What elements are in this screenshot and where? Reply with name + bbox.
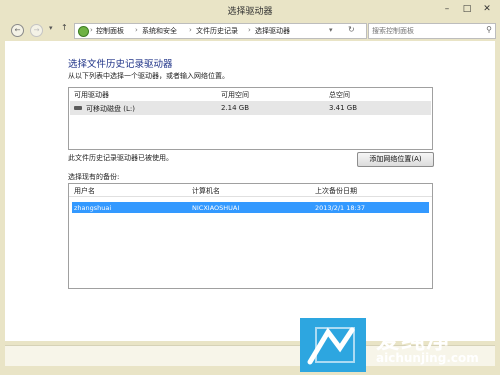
navigation-bar: ← → ▾ ↑ › 控制面板 › 系统和安全 › 文件历史记录 › 选择驱动器 …	[4, 20, 496, 40]
removable-drive-icon	[74, 106, 82, 110]
drive-list: 可用驱动器 可用空间 总空间 可移动磁盘 (L:) 2.14 GB 3.41 G…	[68, 87, 433, 150]
column-header-free-space[interactable]: 可用空间	[221, 90, 249, 100]
maximize-button[interactable]: □	[457, 2, 477, 16]
watermark-text-cn: 爱纯净	[376, 326, 451, 354]
column-header-computer[interactable]: 计算机名	[192, 186, 220, 196]
chevron-right-icon: ›	[135, 26, 138, 34]
drive-total-space: 3.41 GB	[329, 104, 358, 112]
chevron-right-icon: ›	[248, 26, 251, 34]
instruction-text: 从以下列表中选择一个驱动器，或者输入网络位置。	[68, 72, 229, 80]
watermark: 爱纯净 aichunjing.com	[300, 318, 495, 375]
backups-label: 选择现有的备份:	[68, 173, 120, 181]
drive-free-space: 2.14 GB	[221, 104, 250, 112]
close-button[interactable]: ✕	[477, 2, 497, 16]
column-header-drive[interactable]: 可用驱动器	[74, 90, 109, 100]
up-arrow-icon[interactable]: ↑	[61, 23, 68, 32]
watermark-logo-icon	[300, 318, 366, 372]
backup-date: 2013/2/1 18:37	[315, 204, 365, 212]
backup-list: 用户名 计算机名 上次备份日期 zhangshuai NICXIAOSHUAI …	[68, 183, 433, 289]
watermark-url: aichunjing.com	[376, 351, 479, 365]
title-bar: 选择驱动器 – □ ✕	[0, 0, 500, 20]
search-input[interactable]	[372, 25, 476, 36]
refresh-icon[interactable]: ↻	[348, 25, 355, 34]
breadcrumb-control-panel[interactable]: 控制面板	[96, 26, 124, 36]
forward-button[interactable]: →	[30, 24, 43, 37]
drive-row[interactable]: 可移动磁盘 (L:) 2.14 GB 3.41 GB	[70, 101, 431, 115]
chevron-down-icon[interactable]: ▾	[329, 26, 333, 34]
column-header-total-space[interactable]: 总空间	[329, 90, 350, 100]
breadcrumb-system-security[interactable]: 系统和安全	[142, 26, 177, 36]
search-box[interactable]: ⚲	[368, 23, 496, 39]
header-divider	[69, 196, 432, 197]
add-network-location-button[interactable]: 添加网络位置(A)	[357, 152, 434, 167]
search-icon[interactable]: ⚲	[486, 25, 492, 34]
page-heading: 选择文件历史记录驱动器	[68, 59, 173, 70]
breadcrumb-select-drive[interactable]: 选择驱动器	[255, 26, 290, 36]
backup-computer: NICXIAOSHUAI	[192, 204, 240, 212]
address-bar[interactable]: › 控制面板 › 系统和安全 › 文件历史记录 › 选择驱动器 ▾ ↻	[74, 23, 367, 39]
main-content: 选择文件历史记录驱动器 从以下列表中选择一个驱动器，或者输入网络位置。 可用驱动…	[5, 41, 495, 341]
drive-name: 可移动磁盘 (L:)	[86, 105, 135, 113]
drive-status-text: 此文件历史记录驱动器已被使用。	[68, 154, 173, 162]
back-button[interactable]: ←	[11, 24, 24, 37]
window-title: 选择驱动器	[227, 7, 273, 17]
minimize-button[interactable]: –	[437, 2, 457, 16]
breadcrumb-file-history[interactable]: 文件历史记录	[196, 26, 238, 36]
window: 选择驱动器 – □ ✕ ← → ▾ ↑ › 控制面板 › 系统和安全 › 文件历…	[0, 0, 500, 375]
control-panel-icon	[78, 26, 89, 37]
backup-username: zhangshuai	[74, 204, 112, 212]
column-header-last-backup[interactable]: 上次备份日期	[315, 186, 357, 196]
column-header-username[interactable]: 用户名	[74, 186, 95, 196]
backup-row[interactable]: zhangshuai NICXIAOSHUAI 2013/2/1 18:37	[72, 202, 429, 213]
chevron-right-icon: ›	[90, 26, 93, 34]
chevron-right-icon: ›	[189, 26, 192, 34]
recent-dropdown-icon[interactable]: ▾	[49, 24, 53, 32]
